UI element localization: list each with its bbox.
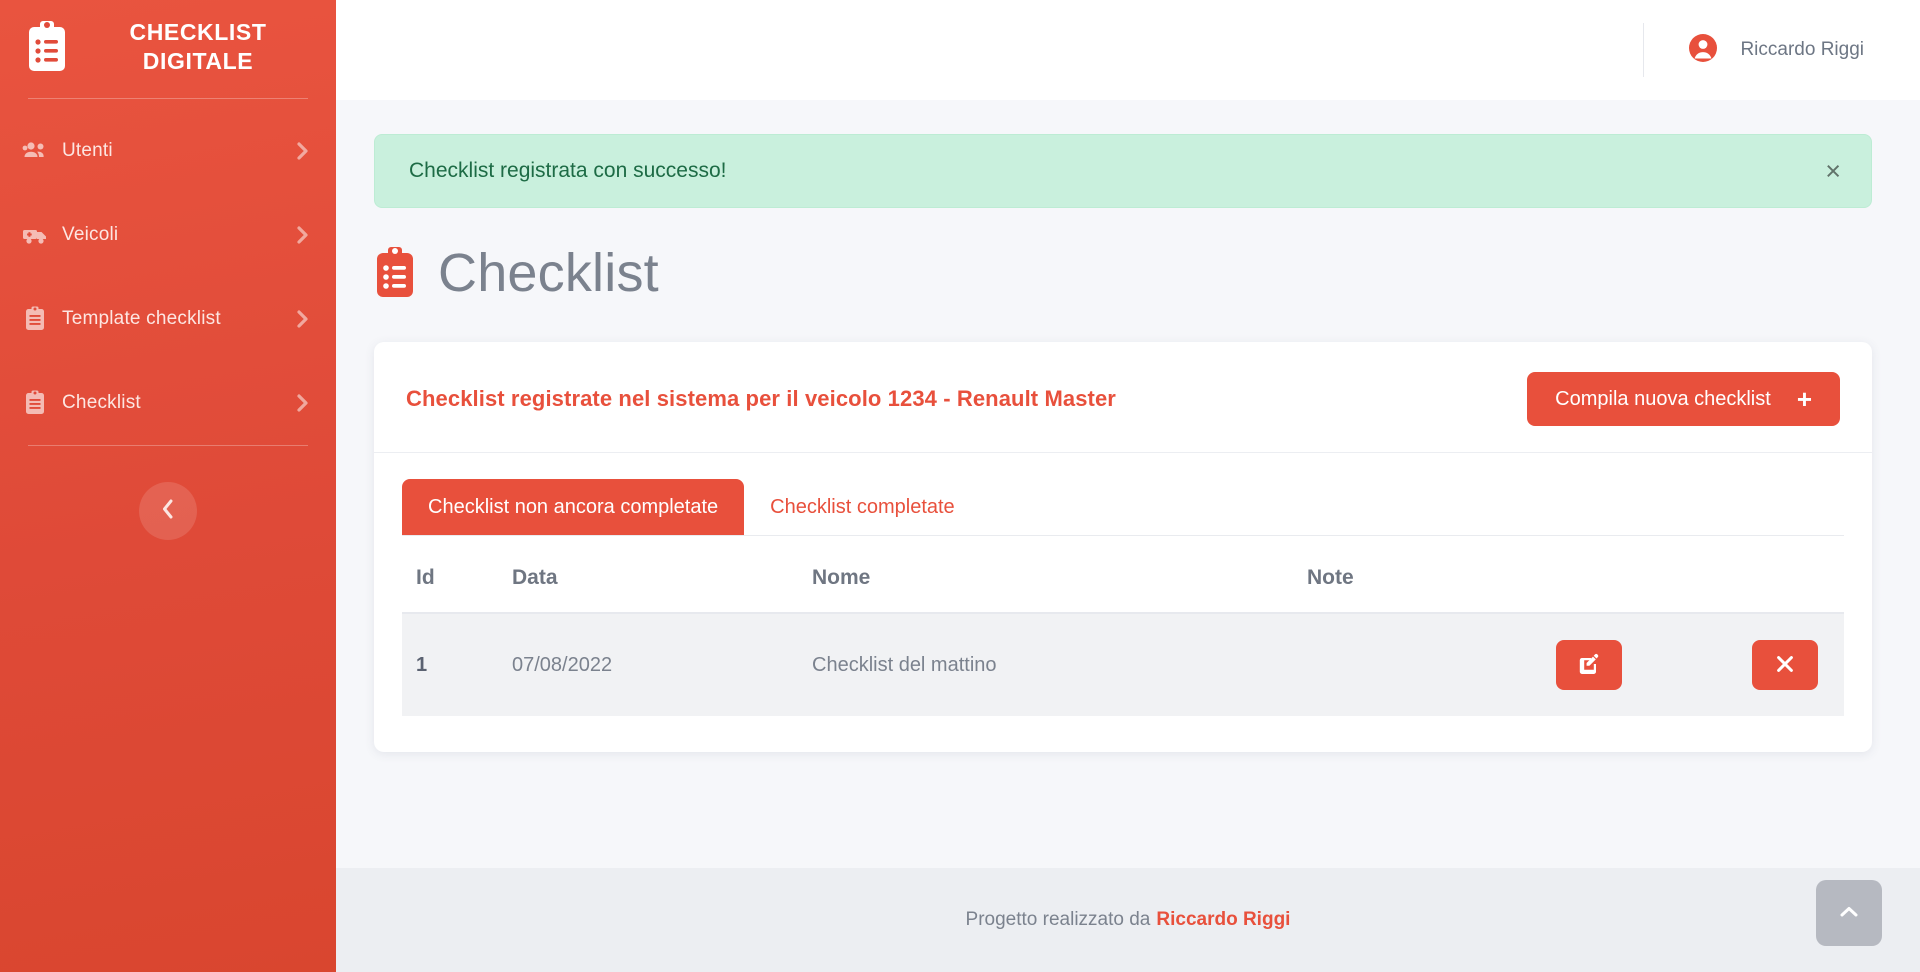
user-menu[interactable]: Riccardo Riggi — [1688, 33, 1864, 68]
topbar-separator — [1643, 23, 1645, 77]
plus-icon: + — [1796, 384, 1812, 414]
checklist-tabs: Checklist non ancora completate Checklis… — [402, 479, 1844, 536]
sidebar-item-label: Veicoli — [62, 223, 119, 245]
close-x-icon — [1774, 653, 1796, 678]
cell-note — [1307, 613, 1444, 716]
sidebar-nav: Utenti Veicoli Template checklist Checkl… — [0, 99, 336, 445]
footer-author: Riccardo Riggi — [1156, 909, 1291, 930]
chevron-right-icon — [296, 141, 310, 161]
card-header: Checklist registrate nel sistema per il … — [374, 342, 1872, 453]
brand-title: CHECKLIST DIGITALE — [129, 19, 267, 74]
chevron-up-icon — [1837, 900, 1861, 927]
clipboard-list-icon — [374, 246, 416, 300]
row-actions — [1444, 640, 1830, 690]
edit-square-icon — [1577, 652, 1601, 679]
table-row: 1 07/08/2022 Checklist del mattino — [402, 613, 1844, 716]
column-header-nome: Nome — [812, 536, 1307, 614]
app-root: CHECKLIST DIGITALE Utenti Veicoli Templa… — [0, 0, 1920, 972]
van-icon — [22, 222, 48, 248]
success-alert: Checklist registrata con successo! × — [374, 134, 1872, 208]
main-content: Riccardo Riggi Checklist registrata con … — [336, 0, 1920, 972]
chevron-left-icon — [160, 498, 176, 523]
user-name: Riccardo Riggi — [1740, 39, 1864, 60]
compila-nuova-checklist-button[interactable]: Compila nuova checklist + — [1527, 372, 1840, 426]
chevron-right-icon — [296, 309, 310, 329]
page-header: Checklist — [374, 242, 1920, 304]
table-body: 1 07/08/2022 Checklist del mattino — [402, 613, 1844, 716]
tab-completate[interactable]: Checklist completate — [744, 479, 981, 535]
sidebar-item-veicoli[interactable]: Veicoli — [0, 193, 336, 277]
sidebar-item-template-checklist[interactable]: Template checklist — [0, 277, 336, 361]
sidebar-item-label: Checklist — [62, 391, 141, 413]
checklist-card: Checklist registrate nel sistema per il … — [374, 342, 1872, 752]
sidebar-collapse-button[interactable] — [139, 481, 197, 540]
sidebar-item-utenti[interactable]: Utenti — [0, 109, 336, 193]
chevron-right-icon — [296, 393, 310, 413]
column-header-id: Id — [402, 536, 512, 614]
alert-close-button[interactable]: × — [1825, 157, 1841, 185]
page-title: Checklist — [438, 243, 659, 303]
cell-id: 1 — [402, 613, 512, 716]
cell-data: 07/08/2022 — [512, 613, 812, 716]
edit-checklist-button[interactable] — [1556, 640, 1622, 690]
sidebar: CHECKLIST DIGITALE Utenti Veicoli Templa… — [0, 0, 336, 972]
button-label: Compila nuova checklist — [1555, 387, 1771, 410]
scroll-to-top-button[interactable] — [1816, 880, 1882, 946]
page-scroll-area: Checklist registrata con successo! × Che… — [336, 100, 1920, 868]
footer: Progetto realizzato da Riccardo Riggi — [336, 868, 1920, 972]
user-circle-icon — [1688, 33, 1718, 68]
chevron-right-icon — [296, 225, 310, 245]
clipboard-list-icon — [26, 20, 68, 74]
column-header-note: Note — [1307, 536, 1444, 614]
clipboard-icon — [22, 390, 48, 416]
clipboard-icon — [22, 306, 48, 332]
column-header-data: Data — [512, 536, 812, 614]
sidebar-item-checklist[interactable]: Checklist — [0, 361, 336, 445]
cell-nome: Checklist del mattino — [812, 613, 1307, 716]
sidebar-item-label: Utenti — [62, 139, 113, 161]
cell-actions — [1444, 613, 1844, 716]
table-header-row: Id Data Nome Note — [402, 536, 1844, 614]
checklist-table: Id Data Nome Note 1 07/08/2022 Checklist… — [402, 536, 1844, 716]
delete-checklist-button[interactable] — [1752, 640, 1818, 690]
topbar: Riccardo Riggi — [336, 0, 1920, 100]
card-title: Checklist registrate nel sistema per il … — [406, 386, 1116, 411]
users-icon — [22, 138, 48, 164]
brand[interactable]: CHECKLIST DIGITALE — [0, 0, 336, 98]
column-header-actions — [1444, 536, 1844, 614]
tab-non-completate[interactable]: Checklist non ancora completate — [402, 479, 745, 535]
sidebar-item-label: Template checklist — [62, 307, 221, 329]
footer-text: Progetto realizzato da — [965, 909, 1151, 930]
table-head: Id Data Nome Note — [402, 536, 1844, 614]
sidebar-collapse-wrap — [0, 446, 336, 540]
alert-message: Checklist registrata con successo! — [409, 159, 727, 182]
